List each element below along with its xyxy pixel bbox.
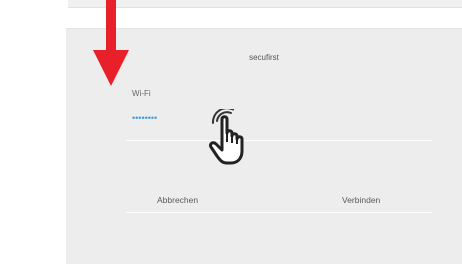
password-field-underline <box>126 140 432 141</box>
down-arrow-icon <box>93 0 129 86</box>
pointing-hand-icon <box>209 109 244 165</box>
wifi-password-input[interactable]: •••••••• <box>132 113 157 123</box>
wifi-field-label: Wi-Fi <box>132 89 151 98</box>
cancel-button[interactable]: Abbrechen <box>157 195 198 205</box>
buttons-divider <box>126 212 432 213</box>
connect-button[interactable]: Verbinden <box>342 195 380 205</box>
